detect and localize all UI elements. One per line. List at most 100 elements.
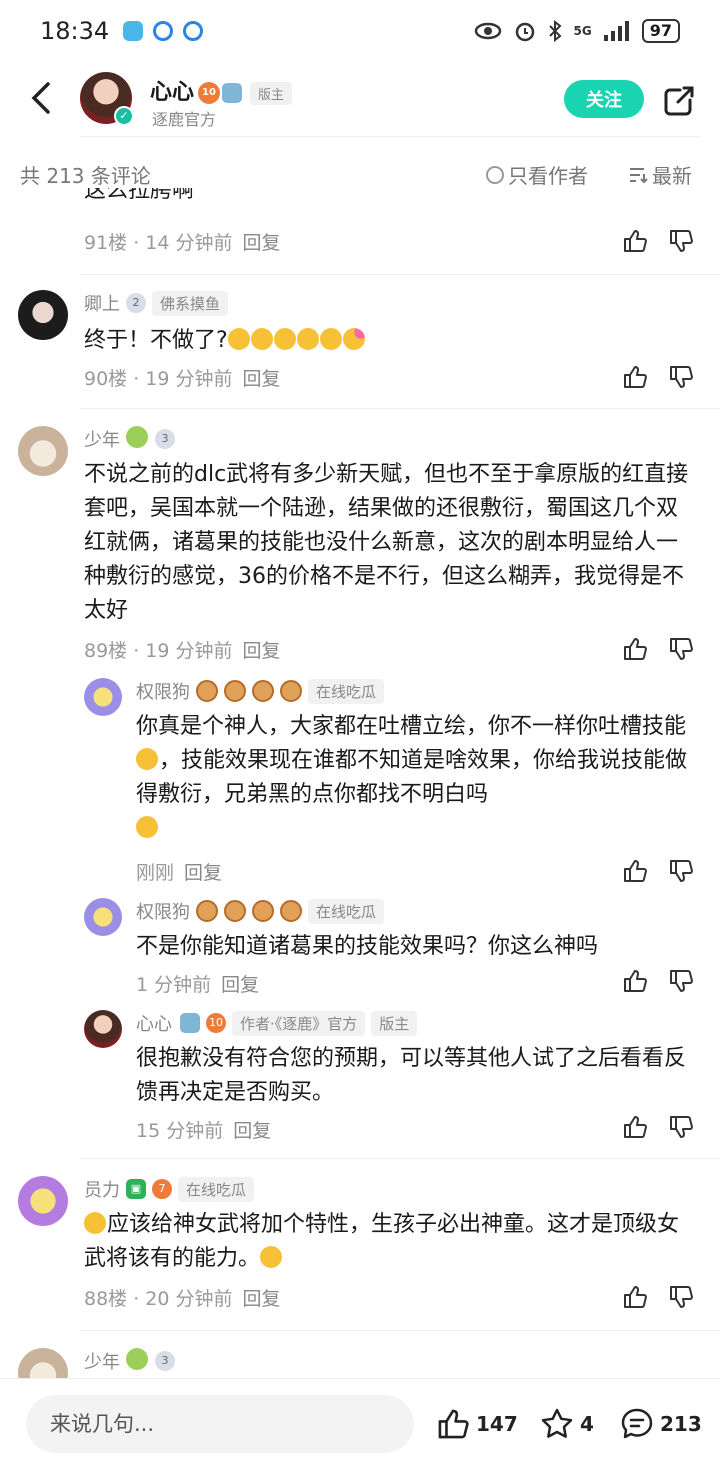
post-header: ✓ 心心 10 版主 逐鹿官方 关注 [0, 62, 720, 136]
author-subtitle: 逐鹿官方 [152, 110, 217, 129]
sort-icon [630, 167, 648, 183]
like-icon[interactable] [622, 968, 648, 994]
moderator-tag: 版主 [250, 81, 293, 105]
comment-item: 少年 3 不说之前的dlc武将有多少新天赋，但也不至于拿原版的红直接套吧，吴国本… [0, 420, 720, 670]
signal-icon [603, 21, 629, 41]
dislike-icon[interactable] [668, 1284, 694, 1310]
reply-item: 权限狗 在线吃瓜 不是你能知道诸葛果的技能效果吗？你这么神吗 1 分钟前 回复 [0, 894, 720, 1000]
reply-button[interactable]: 回复 [221, 974, 259, 996]
dislike-icon[interactable] [668, 1114, 694, 1140]
reply-author-name[interactable]: 权限狗 [136, 898, 190, 924]
follow-button[interactable]: 关注 [564, 80, 644, 118]
user-tag: 在线吃瓜 [308, 898, 385, 924]
comment-input[interactable]: 来说几句... [26, 1395, 414, 1453]
comment-meta: 89楼 · 19 分钟前 回复 [84, 636, 281, 663]
crying-emoji-icon [227, 328, 250, 350]
battery-level: 97 [641, 19, 680, 43]
radio-icon [486, 165, 504, 184]
divider [80, 274, 720, 275]
dog-badge-icon [280, 680, 302, 702]
like-icon[interactable] [622, 228, 648, 254]
share-icon[interactable] [660, 82, 698, 120]
reply-meta: 15 分钟前 回复 [136, 1116, 271, 1143]
reply-meta: 刚刚 回复 [136, 858, 222, 885]
avatar[interactable] [84, 898, 122, 936]
author-avatar[interactable] [84, 1010, 122, 1048]
like-stat[interactable]: 147 [436, 1407, 518, 1441]
dislike-icon[interactable] [668, 228, 694, 254]
comment-author-name[interactable]: 员力 [84, 1176, 120, 1202]
reply-button[interactable]: 回复 [243, 368, 281, 390]
like-icon[interactable] [622, 1114, 648, 1140]
grin-emoji-icon [136, 748, 158, 770]
dislike-icon[interactable] [668, 968, 694, 994]
reply-time: 15 分钟前 [136, 1120, 224, 1142]
divider [80, 1158, 720, 1159]
reply-time: 刚刚 [136, 862, 175, 884]
avatar[interactable] [18, 1348, 68, 1378]
crying-emoji-icon [273, 328, 296, 350]
author-name-row[interactable]: 心心 10 版主 [150, 74, 293, 106]
reply-text: 不是你能知道诸葛果的技能效果吗？你这么神吗 [136, 934, 599, 959]
only-author-toggle[interactable]: 只看作者 [486, 160, 588, 189]
level-badge-icon: 3 [155, 429, 175, 449]
comment-bubble-icon [621, 1408, 653, 1439]
comment-text: 应该给神女武将加个特性，生孩子必出神童。这才是顶级女武将该有的能力。 [84, 1208, 698, 1276]
comment-item: 员力 ▣ 7 在线吃瓜 应该给神女武将加个特性，生孩子必出神童。这才是顶级女武将… [0, 1170, 720, 1320]
dislike-icon[interactable] [668, 636, 694, 662]
comment-text-clipped: 这么拉胯啊 [84, 188, 195, 203]
avatar[interactable] [18, 290, 68, 340]
comment-author-name[interactable]: 卿上 [84, 290, 120, 316]
comment-author-name[interactable]: 少年 [84, 426, 120, 452]
comment-stat[interactable]: 213 [620, 1407, 702, 1441]
divider [80, 408, 720, 409]
grin-emoji-icon [260, 1246, 283, 1268]
reply-button[interactable]: 回复 [233, 1120, 271, 1142]
like-icon[interactable] [622, 636, 648, 662]
like-icon[interactable] [622, 364, 648, 390]
level-badge-icon: 10 [206, 1013, 226, 1033]
status-app-icons [123, 21, 204, 41]
level-badge-icon: 7 [152, 1179, 172, 1199]
dog-badge-icon [280, 900, 302, 922]
comment-author-name[interactable]: 少年 [84, 1348, 120, 1374]
reply-button[interactable]: 回复 [243, 232, 281, 254]
comment-author-row: 员力 ▣ 7 在线吃瓜 [84, 1176, 255, 1202]
dislike-icon[interactable] [668, 364, 694, 390]
comment-text-content: 终于！不做了? [84, 328, 228, 353]
comment-author-row: 少年 3 [84, 1348, 175, 1374]
character-icon [126, 426, 148, 448]
network-type: 5G [573, 24, 592, 38]
user-tag: 在线吃瓜 [308, 678, 385, 704]
favorite-stat[interactable]: 4 [540, 1407, 594, 1441]
comment-meta: 88楼 · 20 分钟前 回复 [84, 1284, 281, 1311]
bluetooth-icon [548, 20, 562, 42]
dog-badge-icon [224, 900, 246, 922]
reply-button[interactable]: 回复 [184, 862, 222, 884]
favorite-count: 4 [580, 1412, 594, 1436]
star-icon [541, 1408, 573, 1438]
sort-dropdown[interactable]: 最新 [628, 160, 692, 189]
reply-button[interactable]: 回复 [243, 640, 281, 662]
comment-meta: 90楼 · 19 分钟前 回复 [84, 364, 281, 391]
like-icon[interactable] [622, 858, 648, 884]
reply-author-name[interactable]: 权限狗 [136, 678, 190, 704]
back-arrow-icon[interactable] [24, 78, 60, 118]
reply-author-name[interactable]: 心心 [136, 1010, 172, 1036]
status-indicators: 5G 97 [474, 19, 680, 43]
dislike-icon[interactable] [668, 858, 694, 884]
dog-badge-icon [252, 680, 274, 702]
comment-item: 卿上 2 佛系摸鱼 终于！不做了? 90楼 · 19 分钟前 回复 [0, 284, 720, 404]
comment-count-bottom: 213 [660, 1412, 702, 1436]
eye-icon [474, 22, 501, 40]
author-avatar[interactable]: ✓ [80, 72, 134, 126]
floor-time: 90楼 · 19 分钟前 [84, 368, 233, 390]
comment-text: 不说之前的dlc武将有多少新天赋，但也不至于拿原版的红直接套吧，吴国本就一个陆逊… [84, 462, 689, 623]
reply-button[interactable]: 回复 [243, 1288, 281, 1310]
avatar[interactable] [84, 678, 122, 716]
like-icon[interactable] [622, 1284, 648, 1310]
crying-emoji-icon [250, 328, 273, 350]
dog-badge-icon [196, 680, 218, 702]
avatar[interactable] [18, 1176, 68, 1226]
avatar[interactable] [18, 426, 68, 476]
